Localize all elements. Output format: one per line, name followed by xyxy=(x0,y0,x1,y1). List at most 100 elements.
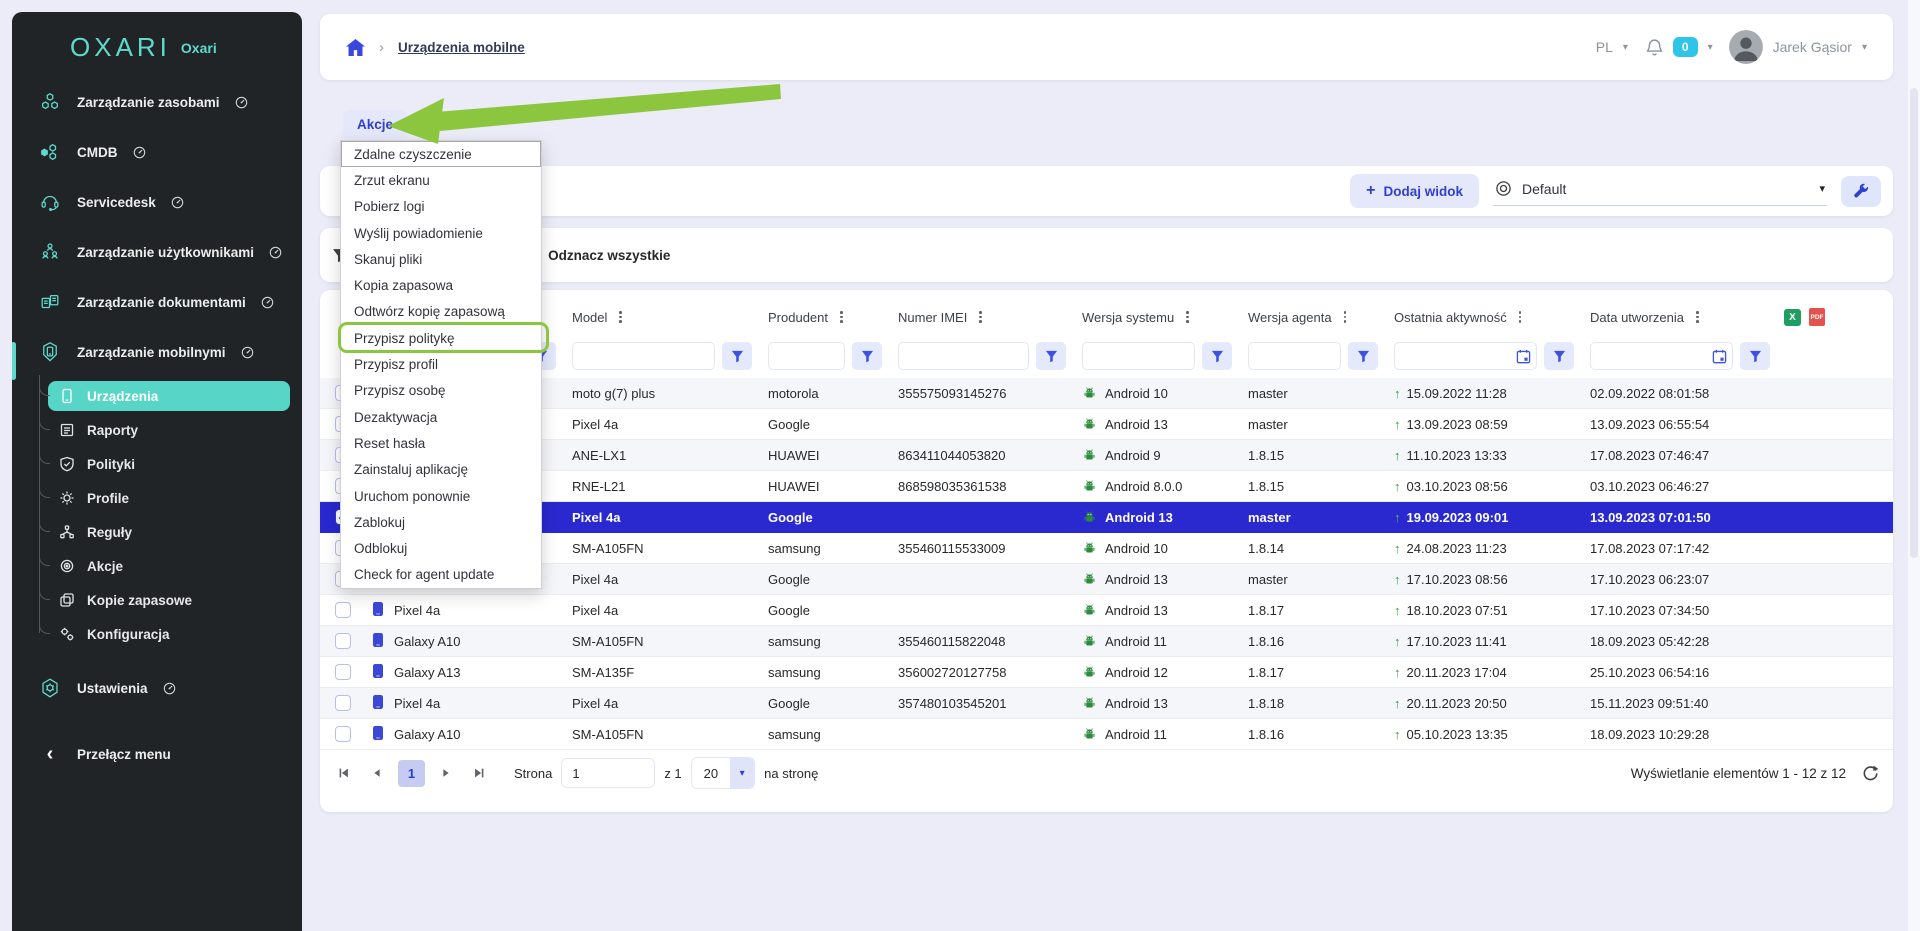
filter-input[interactable] xyxy=(898,342,1029,370)
actions-menu-item[interactable]: Przypisz profil xyxy=(341,351,541,377)
refresh-button[interactable] xyxy=(1862,765,1879,782)
language-selector[interactable]: PL xyxy=(1596,39,1613,55)
sidebar-item[interactable]: Zarządzanie użytkownikami xyxy=(12,227,302,277)
column-header-model[interactable]: Model xyxy=(564,308,760,326)
next-page-button[interactable] xyxy=(434,761,458,785)
filter-funnel-button[interactable] xyxy=(722,342,752,370)
table-row[interactable]: RNE-L21 HUAWEI 868598035361538 Android 8… xyxy=(320,471,1893,502)
row-checkbox[interactable] xyxy=(335,726,351,742)
table-row[interactable]: Pixel 4a Pixel 4a Google Android 13 mast… xyxy=(320,564,1893,595)
brand-logo[interactable]: OXARI Oxari xyxy=(12,12,302,77)
row-checkbox[interactable] xyxy=(335,664,351,680)
toggle-menu-button[interactable]: ‹ Przełącz menu xyxy=(12,729,302,779)
column-menu-icon[interactable] xyxy=(1693,308,1702,326)
user-name[interactable]: Jarek Gąsior xyxy=(1773,39,1852,55)
filter-input[interactable] xyxy=(1248,342,1341,370)
sidebar-subitem[interactable]: Urządzenia xyxy=(48,381,290,411)
sidebar-item[interactable]: Zarządzanie mobilnymi xyxy=(12,327,302,377)
row-checkbox[interactable] xyxy=(335,695,351,711)
sidebar-subitem[interactable]: Konfiguracja xyxy=(48,619,290,649)
calendar-icon[interactable] xyxy=(1712,349,1727,364)
chevron-down-icon[interactable]: ▾ xyxy=(1862,42,1867,53)
first-page-button[interactable] xyxy=(332,761,356,785)
sidebar-subitem[interactable]: Polityki xyxy=(48,449,290,479)
filter-input[interactable] xyxy=(1394,342,1537,370)
actions-menu-item[interactable]: Przypisz osobę xyxy=(341,378,541,404)
table-row[interactable]: Pixel 4a Pixel 4a Google 357480103545201… xyxy=(320,688,1893,719)
sidebar-subitem[interactable]: Reguły xyxy=(48,517,290,547)
filter-input[interactable] xyxy=(572,342,715,370)
column-menu-icon[interactable] xyxy=(616,308,625,326)
chevron-down-icon[interactable]: ▾ xyxy=(1708,42,1713,53)
column-menu-icon[interactable] xyxy=(1183,308,1192,326)
column-header-system[interactable]: Wersja systemu xyxy=(1074,308,1240,326)
sidebar-item-settings[interactable]: Ustawienia xyxy=(12,663,302,713)
filter-input[interactable] xyxy=(1590,342,1733,370)
table-row[interactable]: SM-A105FN samsung 355460115533009 Androi… xyxy=(320,533,1893,564)
actions-menu-item[interactable]: Zablokuj xyxy=(341,509,541,535)
sidebar-item[interactable]: Zarządzanie dokumentami xyxy=(12,277,302,327)
page-input[interactable] xyxy=(561,758,655,788)
table-row[interactable]: Pixel 4a Google Android 13 master ↑ 19.0… xyxy=(320,502,1893,533)
actions-menu-item[interactable]: Zdalne czyszczenie xyxy=(341,141,541,167)
filter-funnel-button[interactable] xyxy=(852,342,882,370)
filter-funnel-button[interactable] xyxy=(1348,342,1378,370)
column-header-created[interactable]: Data utworzenia xyxy=(1582,308,1778,326)
column-menu-icon[interactable] xyxy=(1516,308,1525,326)
actions-menu-item[interactable]: Zainstaluj aplikację xyxy=(341,457,541,483)
table-row[interactable]: Galaxy A10 SM-A105FN samsung 35546011582… xyxy=(320,626,1893,657)
view-config-button[interactable] xyxy=(1841,176,1881,207)
table-row[interactable]: moto g(7) plus motorola 355575093145276 … xyxy=(320,378,1893,409)
actions-menu-item[interactable]: Zrzut ekranu xyxy=(341,167,541,193)
column-header-imei[interactable]: Numer IMEI xyxy=(890,308,1074,326)
filter-funnel-button[interactable] xyxy=(1544,342,1574,370)
actions-menu-item[interactable]: Dezaktywacja xyxy=(341,404,541,430)
export-pdf-icon[interactable]: PDF xyxy=(1809,308,1825,326)
table-row[interactable]: Pixel 4a Pixel 4a Google Android 13 1.8.… xyxy=(320,595,1893,626)
filter-funnel-button[interactable] xyxy=(1202,342,1232,370)
export-excel-icon[interactable]: X xyxy=(1784,309,1801,326)
chevron-down-icon[interactable]: ▾ xyxy=(1623,42,1628,53)
sidebar-item[interactable]: Servicedesk xyxy=(12,177,302,227)
sidebar-subitem[interactable]: Raporty xyxy=(48,415,290,445)
table-row[interactable]: Galaxy A13 SM-A135F samsung 356002720127… xyxy=(320,657,1893,688)
column-header-activity[interactable]: Ostatnia aktywność xyxy=(1386,308,1582,326)
column-header-producer[interactable]: Produdent xyxy=(760,308,890,326)
add-view-button[interactable]: + Dodaj widok xyxy=(1350,174,1479,208)
sidebar-item[interactable]: CMDB xyxy=(12,127,302,177)
sidebar-subitem[interactable]: Profile xyxy=(48,483,290,513)
bell-icon[interactable] xyxy=(1646,38,1663,57)
avatar[interactable] xyxy=(1729,30,1763,64)
sidebar-subitem[interactable]: Akcje xyxy=(48,551,290,581)
scrollbar-thumb[interactable] xyxy=(1910,88,1918,558)
scrollbar[interactable] xyxy=(1908,0,1920,931)
filter-funnel-button[interactable] xyxy=(1740,342,1770,370)
filter-input[interactable] xyxy=(1082,342,1195,370)
actions-menu-item[interactable]: Przypisz politykę xyxy=(341,325,541,351)
actions-menu-item[interactable]: Reset hasła xyxy=(341,430,541,456)
column-menu-icon[interactable] xyxy=(976,308,985,326)
filter-funnel-button[interactable] xyxy=(1036,342,1066,370)
table-row[interactable]: Galaxy A10 SM-A105FN samsung Android 11 … xyxy=(320,719,1893,750)
actions-menu-item[interactable]: Odblokuj xyxy=(341,535,541,561)
filter-input[interactable] xyxy=(768,342,845,370)
table-row[interactable]: ANE-LX1 HUAWEI 863411044053820 Android 9… xyxy=(320,440,1893,471)
page-size-select[interactable]: 20 ▾ xyxy=(691,757,755,789)
last-page-button[interactable] xyxy=(467,761,491,785)
actions-menu-item[interactable]: Skanuj pliki xyxy=(341,246,541,272)
actions-menu-item[interactable]: Odtwórz kopię zapasową xyxy=(341,299,541,325)
column-header-agent[interactable]: Wersja agenta xyxy=(1240,308,1386,326)
column-menu-icon[interactable] xyxy=(1341,308,1350,326)
previous-page-button[interactable] xyxy=(365,761,389,785)
column-menu-icon[interactable] xyxy=(837,308,846,326)
calendar-icon[interactable] xyxy=(1516,349,1531,364)
row-checkbox[interactable] xyxy=(335,633,351,649)
home-icon[interactable] xyxy=(346,39,365,56)
actions-menu-item[interactable]: Uruchom ponownie xyxy=(341,483,541,509)
row-checkbox[interactable] xyxy=(335,602,351,618)
actions-menu-item[interactable]: Wyślij powiadomienie xyxy=(341,220,541,246)
sidebar-subitem[interactable]: Kopie zapasowe xyxy=(48,585,290,615)
actions-menu-item[interactable]: Kopia zapasowa xyxy=(341,272,541,298)
actions-menu-item[interactable]: Check for agent update xyxy=(341,562,541,588)
table-row[interactable]: Pixel 4a Google Android 13 master ↑ 13.0… xyxy=(320,409,1893,440)
